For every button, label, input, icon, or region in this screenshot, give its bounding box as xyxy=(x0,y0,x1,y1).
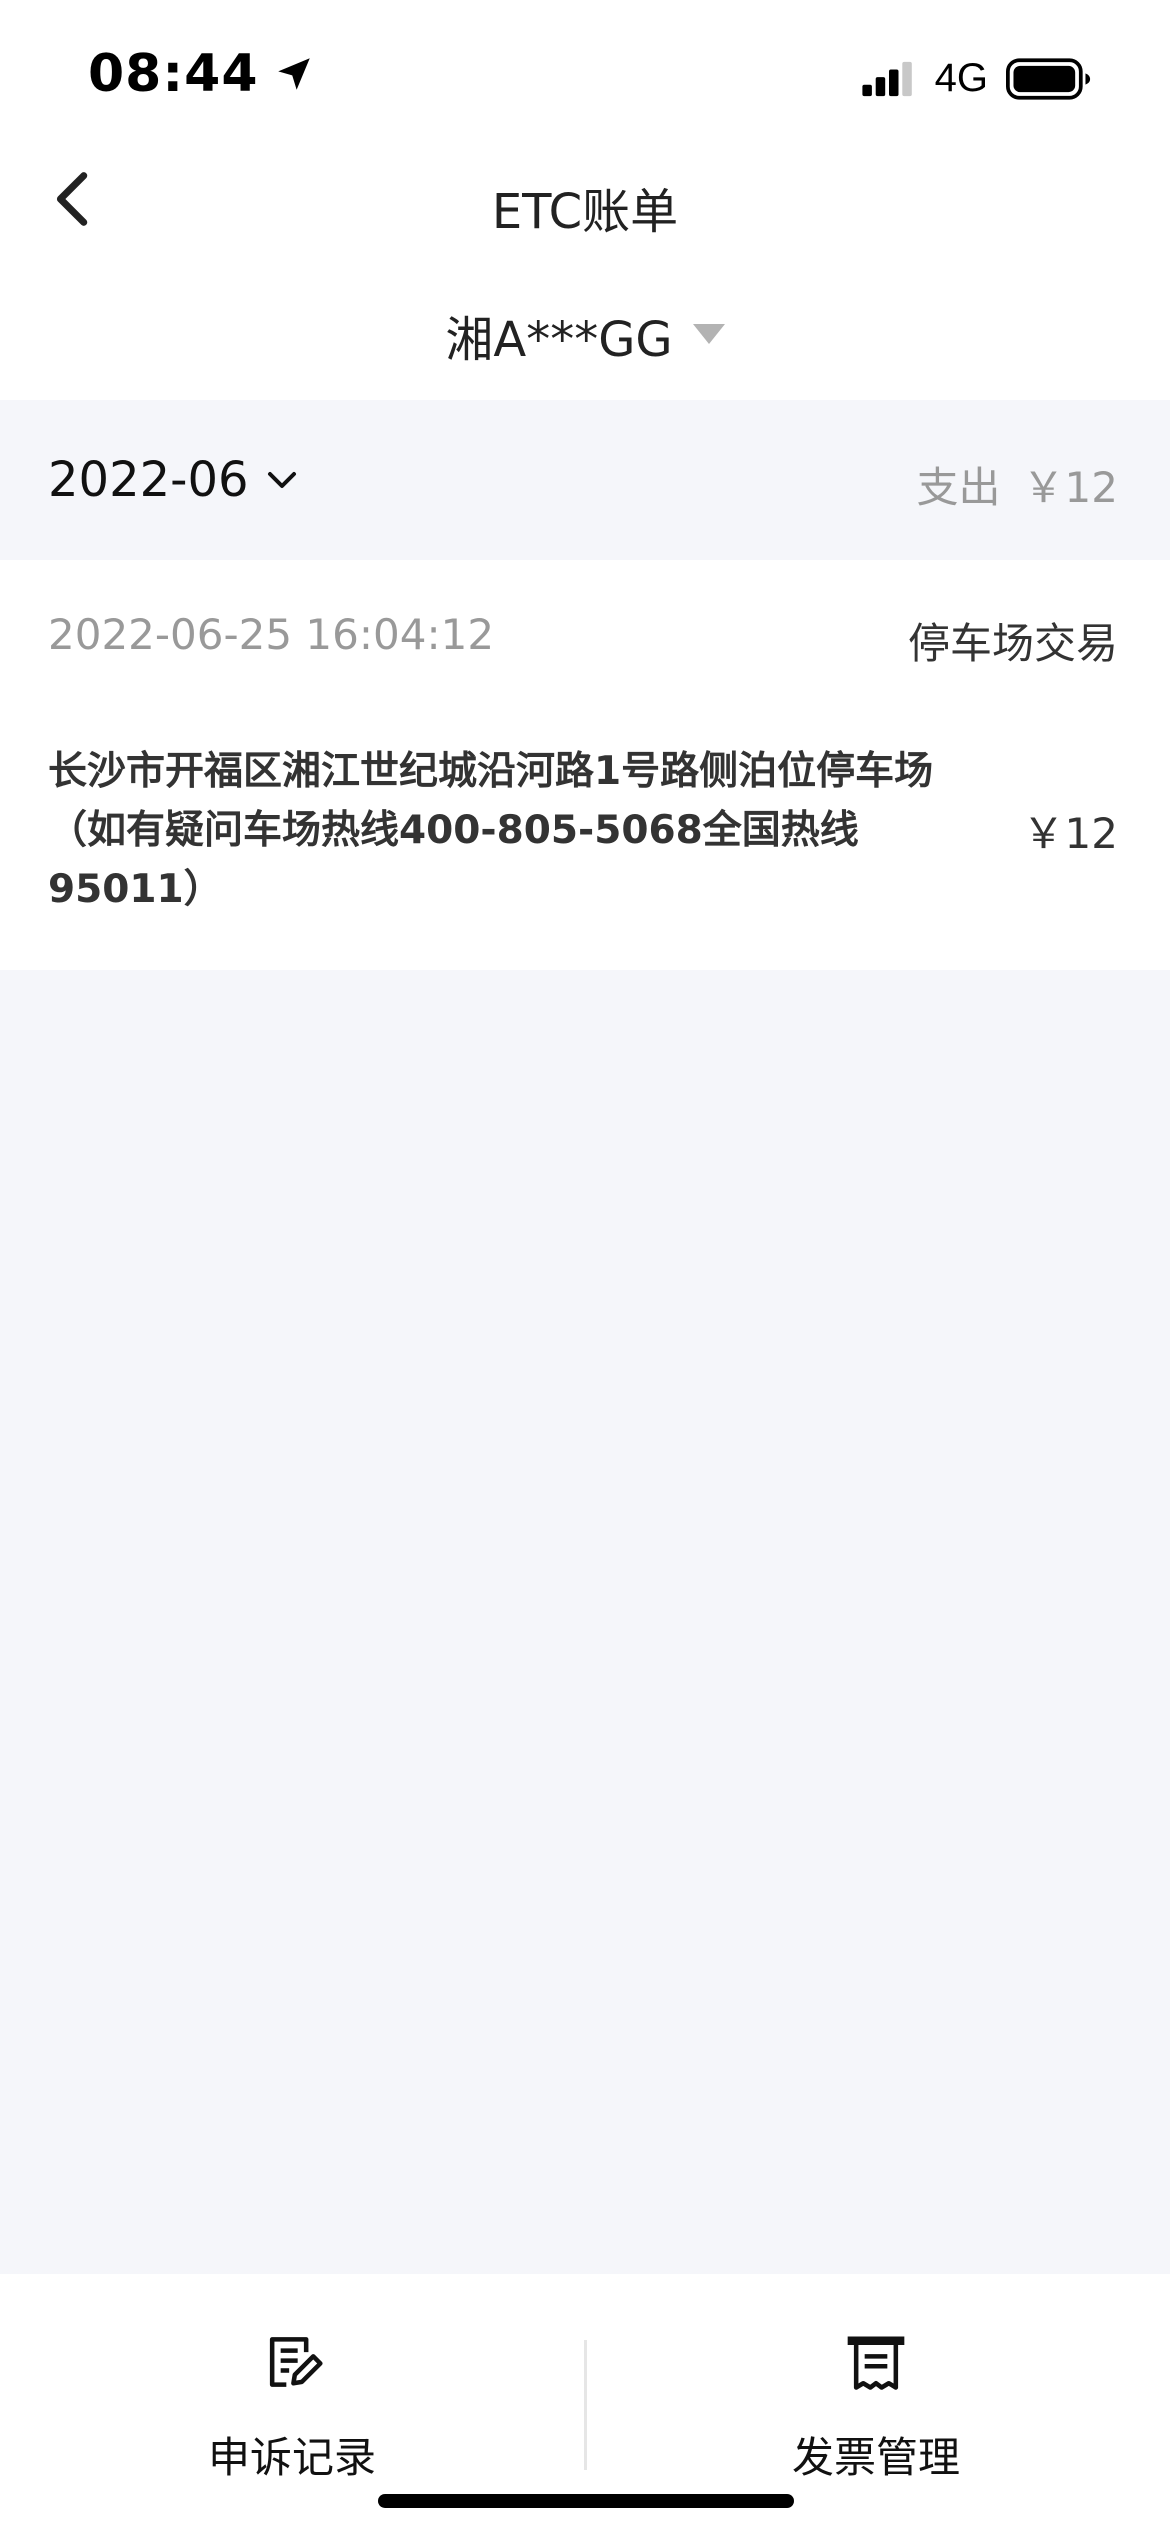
nav-header: ETC账单 湘A***GG xyxy=(0,150,1170,400)
plate-number: 湘A***GG xyxy=(445,312,673,368)
transaction-description: 长沙市开福区湘江世纪城沿河路1号路侧泊位停车场（如有疑问车场热线400-805-… xyxy=(48,749,934,912)
status-bar: 08:44 4G xyxy=(0,0,1170,150)
home-indicator xyxy=(378,2494,794,2508)
month-summary: 支出 ￥12 xyxy=(917,454,1118,515)
transaction-amount: ￥12 xyxy=(1022,809,1118,858)
month-bar: 2022-06 支出 ￥12 xyxy=(0,400,1170,560)
receipt-icon xyxy=(847,2336,905,2390)
invoice-management-button[interactable]: 发票管理 xyxy=(676,2328,1076,2485)
status-time-text: 08:44 xyxy=(88,44,259,104)
transaction-item[interactable]: 2022-06-25 16:04:12 停车场交易 长沙市开福区湘江世纪城沿河路… xyxy=(0,560,1170,970)
chevron-down-icon xyxy=(267,472,296,488)
caret-down-icon xyxy=(692,324,725,344)
edit-document-icon xyxy=(269,2337,323,2387)
complaint-records-label: 申诉记录 xyxy=(207,2433,376,2482)
plate-selector[interactable]: 湘A***GG xyxy=(0,300,1170,370)
status-indicators: 4G xyxy=(859,56,1092,101)
location-arrow-icon xyxy=(277,58,310,90)
invoice-management-label: 发票管理 xyxy=(791,2433,960,2482)
cellular-signal-icon xyxy=(862,61,912,96)
transaction-time: 2022-06-25 16:04:12 xyxy=(48,610,495,659)
transaction-type: 停车场交易 xyxy=(907,619,1118,668)
toolbar-divider xyxy=(584,2340,587,2470)
page-title: ETC账单 xyxy=(491,184,679,240)
summary-amount: ￥12 xyxy=(1022,463,1118,512)
battery-icon xyxy=(1006,57,1091,100)
network-type: 4G xyxy=(934,56,988,100)
complaint-records-button[interactable]: 申诉记录 xyxy=(92,2328,492,2485)
summary-label: 支出 xyxy=(916,463,1001,512)
month-selector[interactable]: 2022-06 xyxy=(48,452,297,508)
month-text: 2022-06 xyxy=(48,452,249,508)
status-time: 08:44 xyxy=(88,44,315,104)
